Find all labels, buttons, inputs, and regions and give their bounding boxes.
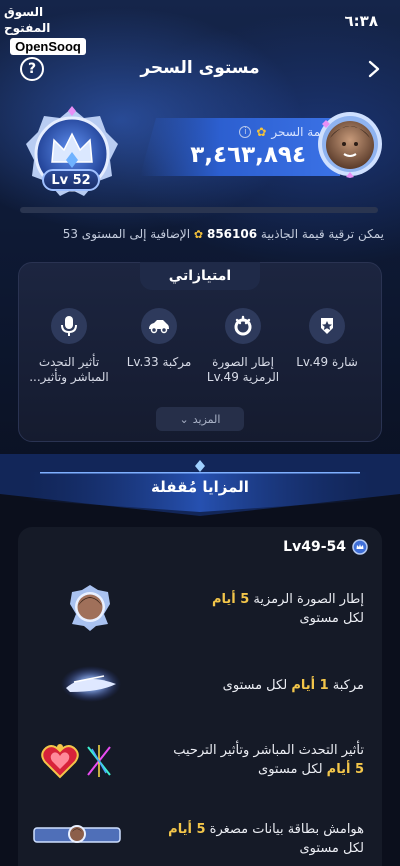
privilege-item-badge[interactable]: شارة Lv.49 — [282, 308, 372, 370]
benefit-name: إطار الصورة الرمزية — [253, 592, 364, 607]
benefit-row-vehicle: مركبة 1 أيام لكل مستوى — [18, 656, 382, 714]
benefit-row-avatar-frame: إطار الصورة الرمزية 5 أيام لكل مستوى — [18, 578, 382, 638]
benefit-text: مركبة 1 أيام لكل مستوى — [144, 676, 364, 695]
privilege-label: مركبة Lv.33 — [126, 355, 192, 369]
benefit-name: هوامش بطاقة بيانات مصغرة — [209, 822, 364, 837]
badge-icon — [309, 308, 345, 344]
sunflower-icon: ✿ — [256, 125, 267, 139]
avatar-frame-icon — [225, 308, 261, 344]
sparkle-effect-icon — [87, 745, 111, 777]
benefit-text: إطار الصورة الرمزية 5 أيام لكل مستوى — [144, 590, 364, 628]
more-label: المزيد — [192, 412, 221, 426]
level-progress-bar — [20, 207, 378, 213]
page-title: مستوى السحر — [140, 58, 260, 78]
charm-value: ٣,٤٦٣,٨٩٤ — [190, 142, 306, 168]
level-range: Lv49-54 — [283, 539, 346, 555]
benefit-text: تأثير التحدث المباشر وتأثير الترحيب 5 أي… — [144, 741, 364, 779]
heart-effect-icon — [41, 744, 79, 779]
upgrade-amount: 856106 — [206, 227, 258, 241]
watermark-arabic: السوق المفتوح — [4, 5, 51, 35]
status-time: ٦:٣٨ — [344, 12, 378, 30]
locked-benefits-title: المزايا مُقفلة — [151, 478, 249, 496]
vehicle-preview-icon — [61, 666, 121, 702]
more-button[interactable]: ⌄ المزيد — [156, 407, 244, 431]
benefit-name: تأثير التحدث المباشر وتأثير الترحيب — [173, 743, 364, 758]
status-bar: السوق المفتوح OpenSooq ٦:٣٨ — [0, 0, 400, 55]
chevron-down-icon: ⌄ — [179, 412, 189, 426]
level-range-heading: Lv49-54 — [283, 539, 368, 555]
benefit-period: لكل مستوى — [299, 611, 365, 626]
page-header: ? مستوى السحر — [0, 52, 400, 88]
benefit-period: لكل مستوى — [258, 762, 323, 777]
upgrade-suffix: الإضافية إلى المستوى 53 — [62, 227, 191, 241]
avatar-frame-preview-icon — [70, 585, 110, 631]
benefit-row-profile-card: هوامش بطاقة بيانات مصغرة 5 أيام لكل مستو… — [18, 812, 382, 866]
benefit-text: هوامش بطاقة بيانات مصغرة 5 أيام لكل مستو… — [144, 820, 364, 858]
profile-card-preview-icon — [33, 825, 121, 843]
microphone-icon — [51, 308, 87, 344]
benefit-row-mic-effect: تأثير التحدث المباشر وتأثير الترحيب 5 أي… — [18, 733, 382, 793]
user-avatar[interactable] — [316, 110, 384, 178]
benefit-duration: 5 أيام — [326, 762, 364, 777]
benefit-period: لكل مستوى — [222, 678, 288, 693]
benefit-name: مركبة — [332, 678, 364, 693]
car-icon — [141, 308, 177, 344]
level-badge: Lv 52 — [42, 169, 100, 191]
privileges-tab: امتيازاتي — [140, 262, 260, 290]
privilege-label: شارة Lv.49 — [296, 355, 358, 369]
opensooq-watermark: السوق المفتوح OpenSooq — [4, 4, 92, 55]
sunflower-icon: ✿ — [193, 228, 204, 241]
level-badge-small-icon — [352, 539, 368, 555]
benefit-duration: 5 أيام — [211, 592, 250, 607]
upgrade-info: يمكن ترقية قيمة الجاذبية 856106 ✿ الإضاف… — [16, 227, 384, 245]
upgrade-prefix: يمكن ترقية قيمة الجاذبية — [260, 227, 384, 241]
info-icon[interactable]: i — [239, 126, 252, 138]
privilege-label: تأثير التحدث المباشر وتأثير... — [29, 355, 109, 384]
privilege-label: إطار الصورة الرمزية Lv.49 — [206, 355, 280, 384]
benefit-duration: 1 أيام — [291, 678, 329, 693]
privilege-item-avatar-frame[interactable]: إطار الصورة الرمزية Lv.49 — [198, 308, 288, 385]
privilege-item-mic-effect[interactable]: تأثير التحدث المباشر وتأثير... — [24, 308, 114, 385]
back-chevron-icon[interactable] — [364, 54, 384, 84]
benefit-period: لكل مستوى — [299, 841, 365, 856]
benefit-duration: 5 أيام — [168, 822, 206, 837]
privilege-item-vehicle[interactable]: مركبة Lv.33 — [114, 308, 204, 370]
